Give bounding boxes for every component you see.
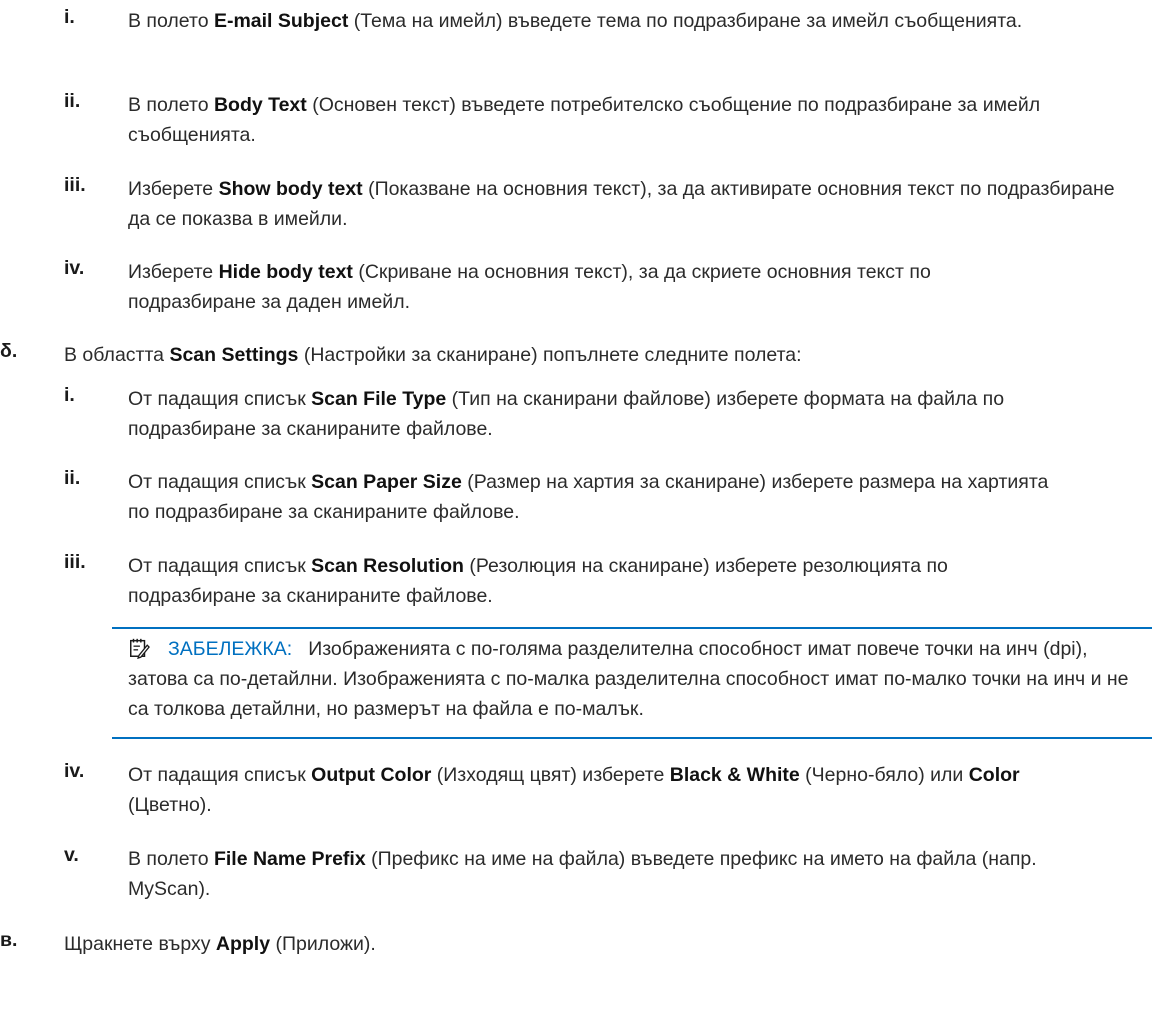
list-item: iii. От падащия списък Scan Resolution (… bbox=[64, 551, 1064, 611]
list-marker: iii. bbox=[64, 174, 86, 196]
item-text: (Изходящ цвят) изберете bbox=[431, 764, 670, 786]
item-keyword: Scan Settings bbox=[169, 344, 299, 366]
item-keyword: Apply bbox=[215, 933, 271, 955]
list-marker: i. bbox=[64, 6, 75, 28]
list-item: i. В полето E-mail Subject (Тема на имей… bbox=[64, 6, 1064, 36]
list-marker: в. bbox=[0, 929, 18, 951]
item-keyword: Scan File Type bbox=[311, 388, 447, 410]
list-marker: iv. bbox=[64, 257, 85, 279]
item-text: (Приложи). bbox=[270, 933, 376, 955]
list-marker: δ. bbox=[0, 340, 18, 362]
item-text: В полето bbox=[128, 10, 214, 32]
note-box: ЗАБЕЛЕЖКА: Изображенията с по-голяма разд… bbox=[112, 627, 1152, 739]
note-label: ЗАБЕЛЕЖКА: bbox=[168, 638, 293, 660]
item-text: В полето bbox=[128, 94, 214, 116]
item-keyword: E-mail Subject bbox=[213, 10, 349, 32]
list-item: в. Щракнете върху Apply (Приложи). bbox=[0, 929, 1000, 959]
list-marker: ii. bbox=[64, 467, 81, 489]
item-text: От падащия списък bbox=[128, 388, 312, 410]
item-text: (Настройки за сканиране) попълнете следн… bbox=[298, 344, 802, 366]
item-text: От падащия списък bbox=[128, 471, 312, 493]
document-page: i. В полето E-mail Subject (Тема на имей… bbox=[0, 0, 1153, 1015]
item-keyword: Hide body text bbox=[218, 261, 353, 283]
item-keyword: Scan Resolution bbox=[311, 555, 464, 577]
list-item: i. От падащия списък Scan File Type (Тип… bbox=[64, 384, 1124, 444]
list-marker: v. bbox=[64, 844, 79, 866]
item-text: Изберете bbox=[128, 261, 219, 283]
item-keyword: Output Color bbox=[311, 764, 432, 786]
item-text: В полето bbox=[128, 848, 214, 870]
list-marker: i. bbox=[64, 384, 75, 406]
list-item: ii. В полето Body Text (Основен текст) в… bbox=[64, 90, 1064, 150]
list-marker: iii. bbox=[64, 551, 86, 573]
list-item: v. В полето File Name Prefix (Префикс на… bbox=[64, 844, 1064, 904]
item-keyword: Show body text bbox=[218, 178, 363, 200]
item-text: (Черно-бяло) или bbox=[799, 764, 969, 786]
note-icon bbox=[130, 638, 150, 659]
list-item: iv. От падащия списък Output Color (Изхо… bbox=[64, 760, 1064, 820]
list-marker: iv. bbox=[64, 760, 85, 782]
list-item: δ. В областта Scan Settings (Настройки з… bbox=[0, 340, 1100, 370]
item-text: Щракнете върху bbox=[64, 933, 216, 955]
list-item: iv. Изберете Hide body text (Скриване на… bbox=[64, 257, 1064, 317]
item-keyword: File Name Prefix bbox=[213, 848, 366, 870]
list-item: ii. От падащия списък Scan Paper Size (Р… bbox=[64, 467, 1064, 527]
item-text: От падащия списък bbox=[128, 555, 312, 577]
item-text: В областта bbox=[64, 344, 170, 366]
item-text: От падащия списък bbox=[128, 764, 312, 786]
item-keyword: Body Text bbox=[213, 94, 307, 116]
item-text: Изберете bbox=[128, 178, 219, 200]
list-item: iii. Изберете Show body text (Показване … bbox=[64, 174, 1124, 234]
item-keyword: Black & White bbox=[669, 764, 800, 786]
list-marker: ii. bbox=[64, 90, 81, 112]
item-keyword: Color bbox=[968, 764, 1020, 786]
item-keyword: Scan Paper Size bbox=[311, 471, 462, 493]
item-text: (Цветно). bbox=[128, 794, 212, 816]
item-text: (Тема на имейл) въведете тема по подразб… bbox=[348, 10, 1023, 32]
